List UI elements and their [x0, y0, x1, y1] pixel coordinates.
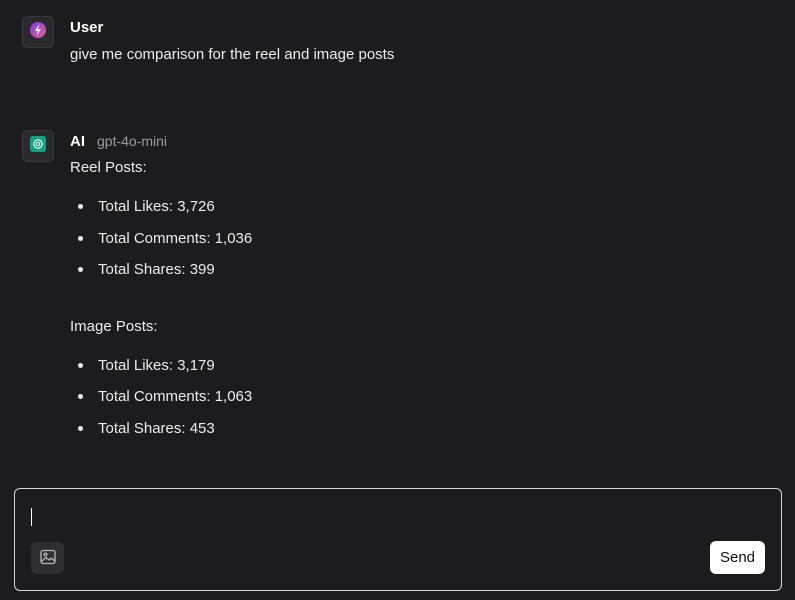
section-title-reel: Reel Posts:	[70, 159, 147, 176]
image-icon	[39, 548, 57, 569]
list-item: Total Likes: 3,726	[70, 198, 770, 230]
list-item: Total Comments: 1,036	[70, 230, 770, 262]
image-stats-list: Total Likes: 3,179 Total Comments: 1,063…	[70, 357, 770, 452]
section-title-image: Image Posts:	[70, 317, 158, 335]
lightning-bolt-icon	[29, 21, 47, 44]
ai-avatar	[22, 130, 54, 162]
list-item: Total Likes: 3,179	[70, 357, 770, 389]
list-item: Total Shares: 399	[70, 261, 770, 293]
model-name: gpt-4o-mini	[97, 133, 168, 149]
send-button[interactable]: Send	[710, 541, 765, 574]
list-item: Total Comments: 1,063	[70, 388, 770, 420]
user-sender-name: User	[70, 18, 104, 36]
list-item: Total Shares: 453	[70, 420, 770, 452]
message-input[interactable]	[29, 505, 719, 529]
reel-stats-list: Total Likes: 3,726 Total Comments: 1,036…	[70, 198, 770, 293]
user-avatar	[22, 16, 54, 48]
message-composer: Send	[14, 488, 782, 591]
text-caret	[31, 508, 32, 526]
chat-thread: User give me comparison for the reel and…	[0, 0, 795, 486]
attach-image-button[interactable]	[31, 542, 64, 574]
openai-logo-icon	[30, 135, 46, 157]
ai-response: Reel Posts: Total Likes: 3,726 Total Com…	[70, 160, 770, 451]
ai-sender-name: AI	[70, 132, 85, 150]
user-message-text: give me comparison for the reel and imag…	[70, 46, 395, 63]
